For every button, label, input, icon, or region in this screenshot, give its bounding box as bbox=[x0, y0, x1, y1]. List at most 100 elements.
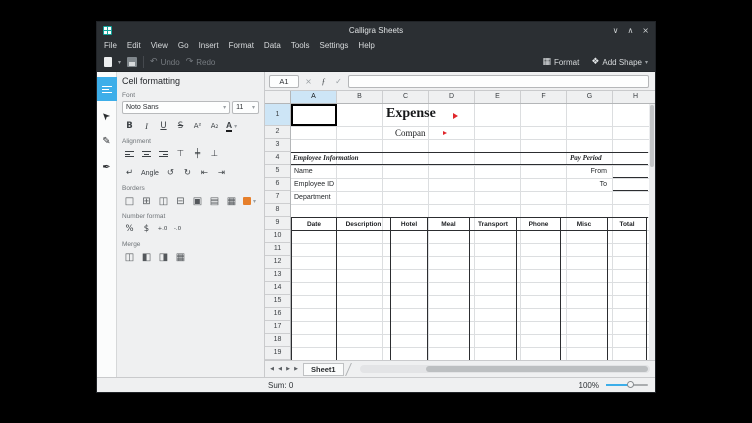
row-header[interactable]: 9 bbox=[265, 217, 290, 230]
underline-button[interactable]: U bbox=[156, 119, 171, 133]
bold-button[interactable]: B bbox=[122, 119, 137, 133]
row-header[interactable]: 3 bbox=[265, 139, 290, 152]
sheet-tab-sheet1[interactable]: Sheet1 bbox=[303, 362, 344, 376]
merge-horizontal-button[interactable]: ◧ bbox=[139, 250, 154, 264]
italic-button[interactable]: I bbox=[139, 119, 154, 133]
valign-bottom-button[interactable]: ⊥ bbox=[207, 147, 222, 161]
valign-middle-button[interactable]: ╪ bbox=[190, 147, 205, 161]
rotate-cw-button[interactable]: ↻ bbox=[180, 166, 195, 180]
horizontal-scrollbar-thumb[interactable] bbox=[426, 366, 648, 372]
column-header-d[interactable]: D bbox=[429, 91, 475, 103]
decrease-precision-button[interactable]: -.0 bbox=[171, 222, 184, 236]
apply-icon[interactable]: ✓ bbox=[333, 77, 344, 86]
font-family-combobox[interactable]: Noto Sans ▾ bbox=[122, 101, 231, 114]
column-header-b[interactable]: B bbox=[337, 91, 383, 103]
row-header[interactable]: 1 bbox=[265, 104, 290, 126]
font-color-button[interactable]: A ▾ bbox=[224, 119, 239, 133]
align-center-button[interactable] bbox=[139, 147, 154, 161]
merge-vertical-button[interactable]: ◨ bbox=[156, 250, 171, 264]
border-outline-button[interactable]: ▣ bbox=[190, 194, 205, 208]
formula-input[interactable] bbox=[348, 74, 649, 88]
border-none-button[interactable]: □ bbox=[122, 194, 137, 208]
column-header-c[interactable]: C bbox=[383, 91, 429, 103]
new-document-icon[interactable] bbox=[104, 57, 112, 67]
function-icon[interactable]: ƒ bbox=[318, 77, 329, 86]
titlebar[interactable]: Calligra Sheets ∨ ∧ × bbox=[97, 22, 655, 39]
menu-item-data[interactable]: Data bbox=[259, 39, 286, 53]
menu-item-tools[interactable]: Tools bbox=[286, 39, 315, 53]
row-header[interactable]: 16 bbox=[265, 308, 290, 321]
decrease-indent-button[interactable]: ⇤ bbox=[197, 166, 212, 180]
save-icon[interactable] bbox=[127, 57, 138, 67]
next-sheet-icon[interactable]: ▶ bbox=[284, 366, 292, 372]
tab-cell-format-tool[interactable] bbox=[97, 77, 117, 101]
column-header-g[interactable]: G bbox=[567, 91, 613, 103]
zoom-slider-handle[interactable] bbox=[627, 381, 634, 388]
tab-shape-selection-tool[interactable]: ➤ bbox=[97, 103, 117, 127]
border-vertical-button[interactable]: ◫ bbox=[156, 194, 171, 208]
rotate-ccw-button[interactable]: ↺ bbox=[163, 166, 178, 180]
row-header[interactable]: 14 bbox=[265, 282, 290, 295]
row-header[interactable]: 17 bbox=[265, 321, 290, 334]
menu-item-format[interactable]: Format bbox=[224, 39, 259, 53]
previous-sheet-icon[interactable]: ◀ bbox=[276, 366, 284, 372]
first-sheet-icon[interactable]: ◀ bbox=[268, 366, 276, 372]
unmerge-cells-button[interactable]: ▦ bbox=[173, 250, 188, 264]
subscript-button[interactable]: A₂ bbox=[207, 119, 222, 133]
row-header[interactable]: 13 bbox=[265, 269, 290, 282]
border-all-button[interactable]: ⊞ bbox=[139, 194, 154, 208]
row-header[interactable]: 15 bbox=[265, 295, 290, 308]
column-header-h[interactable]: H bbox=[613, 91, 655, 103]
cell-reference-box[interactable]: A1 bbox=[269, 74, 299, 88]
superscript-button[interactable]: A² bbox=[190, 119, 205, 133]
border-grid-button[interactable]: ▦ bbox=[224, 194, 239, 208]
zoom-slider[interactable] bbox=[606, 381, 648, 388]
column-header-a[interactable]: A bbox=[291, 91, 337, 103]
merge-cells-button[interactable]: ◫ bbox=[122, 250, 137, 264]
currency-format-button[interactable]: $ bbox=[139, 222, 154, 236]
menu-item-view[interactable]: View bbox=[146, 39, 173, 53]
menu-item-edit[interactable]: Edit bbox=[122, 39, 146, 53]
row-header[interactable]: 7 bbox=[265, 191, 290, 204]
row-header[interactable]: 11 bbox=[265, 243, 290, 256]
increase-indent-button[interactable]: ⇥ bbox=[214, 166, 229, 180]
valign-top-button[interactable]: ⊤ bbox=[173, 147, 188, 161]
undo-button[interactable]: ↶ Undo bbox=[150, 57, 180, 67]
row-header[interactable]: 6 bbox=[265, 178, 290, 191]
vertical-scrollbar-thumb[interactable] bbox=[650, 105, 654, 167]
redo-button[interactable]: ↷ Redo bbox=[186, 57, 216, 67]
border-top-bottom-button[interactable]: ▤ bbox=[207, 194, 222, 208]
angle-button[interactable]: Angle bbox=[139, 166, 161, 180]
row-header[interactable]: 4 bbox=[265, 152, 290, 165]
minimize-icon[interactable]: ∨ bbox=[613, 22, 619, 39]
format-button[interactable]: ▦ Format bbox=[542, 57, 579, 67]
row-header[interactable]: 10 bbox=[265, 230, 290, 243]
border-horizontal-button[interactable]: ⊟ bbox=[173, 194, 188, 208]
row-header[interactable]: 19 bbox=[265, 347, 290, 360]
font-size-combobox[interactable]: 11 ▾ bbox=[232, 101, 259, 114]
sheet-canvas[interactable]: Expense Compan Employee Information Pay … bbox=[291, 104, 649, 360]
column-header-f[interactable]: F bbox=[521, 91, 567, 103]
column-header-e[interactable]: E bbox=[475, 91, 521, 103]
cancel-icon[interactable]: × bbox=[303, 77, 314, 86]
increase-precision-button[interactable]: +.0 bbox=[156, 222, 169, 236]
horizontal-scrollbar[interactable] bbox=[360, 365, 650, 373]
new-document-chevron-icon[interactable]: ▾ bbox=[118, 59, 121, 66]
menu-item-help[interactable]: Help bbox=[353, 39, 379, 53]
percent-format-button[interactable]: % bbox=[122, 222, 137, 236]
row-header[interactable]: 5 bbox=[265, 165, 290, 178]
border-color-button[interactable]: ▾ bbox=[241, 194, 258, 208]
close-icon[interactable]: × bbox=[642, 22, 649, 39]
row-header[interactable]: 12 bbox=[265, 256, 290, 269]
row-header[interactable]: 2 bbox=[265, 126, 290, 139]
menu-item-file[interactable]: File bbox=[99, 39, 122, 53]
menu-item-settings[interactable]: Settings bbox=[315, 39, 354, 53]
tab-calligraphy-tool[interactable]: ✒ bbox=[97, 155, 117, 179]
align-left-button[interactable] bbox=[122, 147, 137, 161]
row-header[interactable]: 18 bbox=[265, 334, 290, 347]
menu-item-go[interactable]: Go bbox=[173, 39, 194, 53]
row-header[interactable]: 8 bbox=[265, 204, 290, 217]
select-all-corner[interactable] bbox=[265, 91, 291, 103]
add-shape-button[interactable]: ❖ Add Shape ▾ bbox=[591, 57, 648, 67]
wrap-text-button[interactable]: ↵ bbox=[122, 166, 137, 180]
